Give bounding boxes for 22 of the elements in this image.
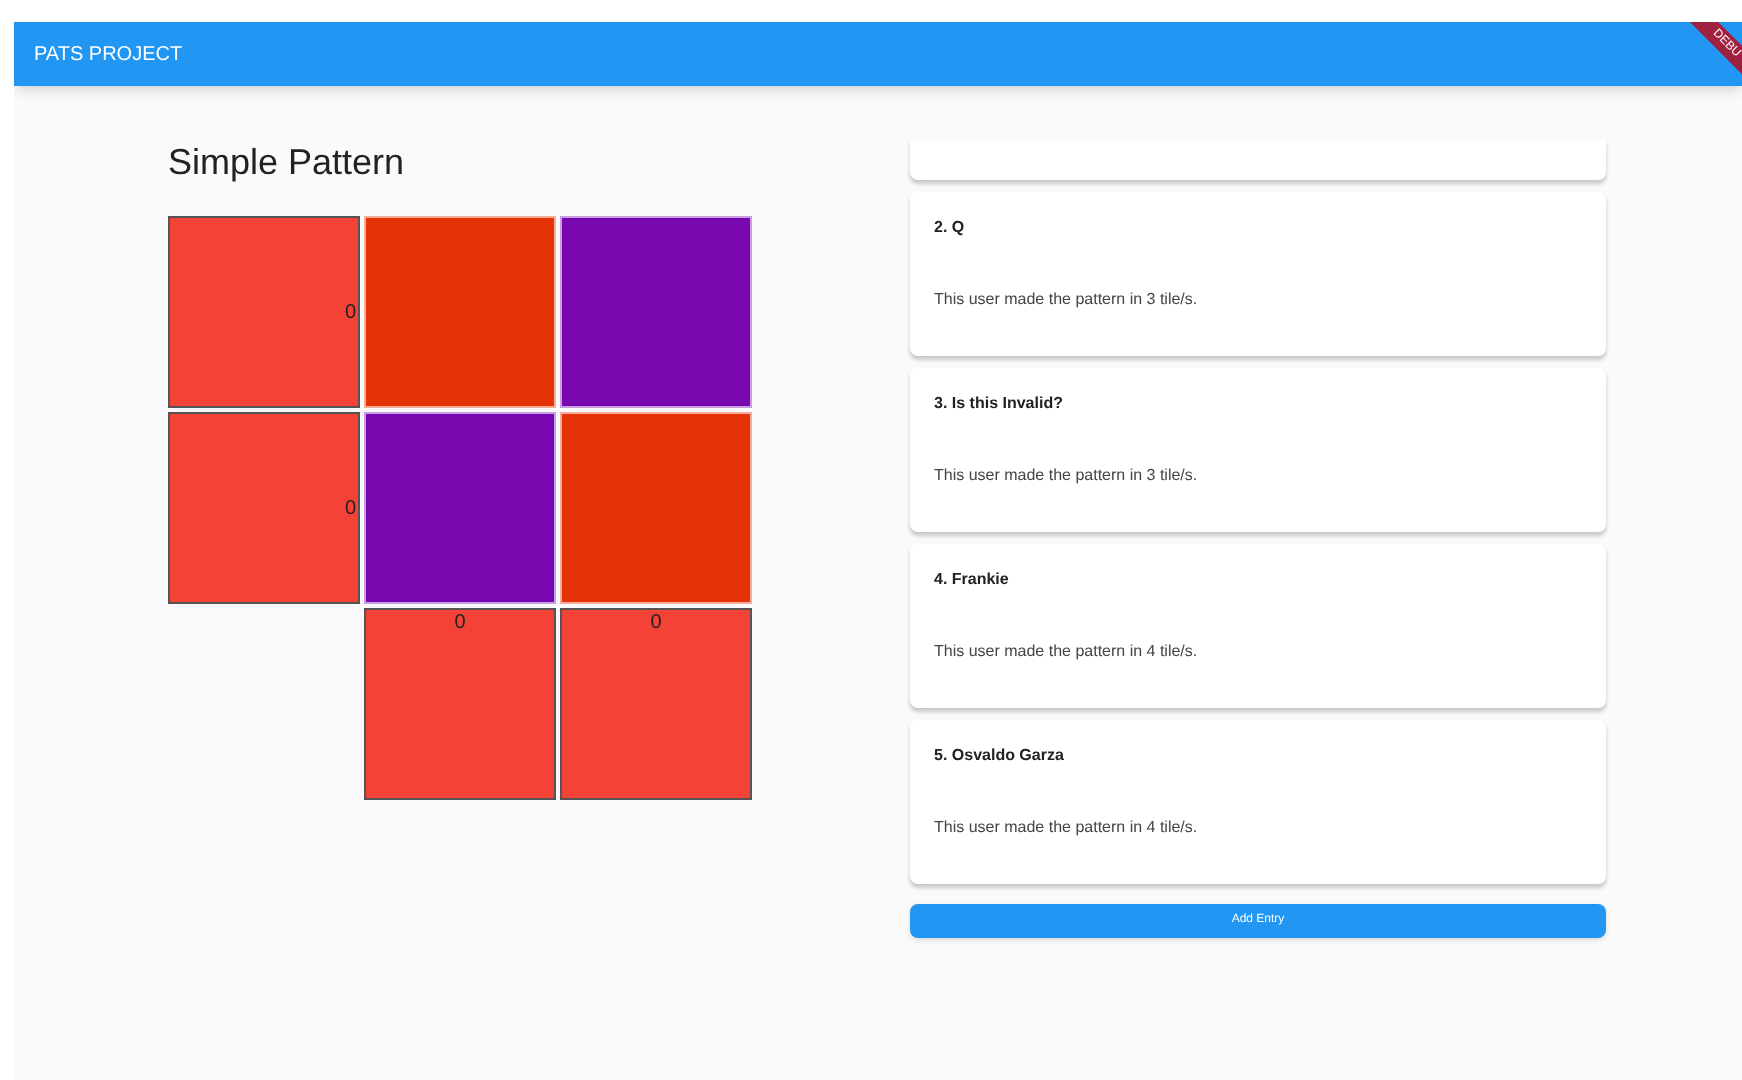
entry-text: This user made the pattern in 4 tile/s. [934,816,1200,840]
entry-text: This user made the pattern in 3 tile/s. [934,464,1200,488]
pattern-tile[interactable]: 0 [364,608,556,800]
tile-count: 0 [454,610,466,636]
tile-count: 0 [650,610,662,636]
pattern-tile[interactable] [560,412,752,604]
entry-title: 5. Osvaldo Garza [934,744,1066,768]
pattern-title: Simple Pattern [168,140,407,184]
app-title: PATS PROJECT [34,41,183,69]
entry-title: 3. Is this Invalid? [934,392,1065,416]
entry-text: This user made the pattern in 4 tile/s. [934,640,1200,664]
pattern-tile[interactable] [364,216,556,408]
pattern-tile[interactable] [364,412,556,604]
entry-title: 2. Q [934,216,967,240]
pattern-tile[interactable]: 0 [560,608,752,800]
entry-text: This user made the pattern in 3 tile/s. [934,288,1200,312]
tile-count: 0 [344,495,358,523]
pattern-tile[interactable]: 0 [168,412,360,604]
pattern-tile[interactable]: 0 [168,216,360,408]
tile-count: 0 [344,299,358,327]
entry-title: 4. Frankie [934,568,1011,592]
pattern-tile[interactable] [560,216,752,408]
